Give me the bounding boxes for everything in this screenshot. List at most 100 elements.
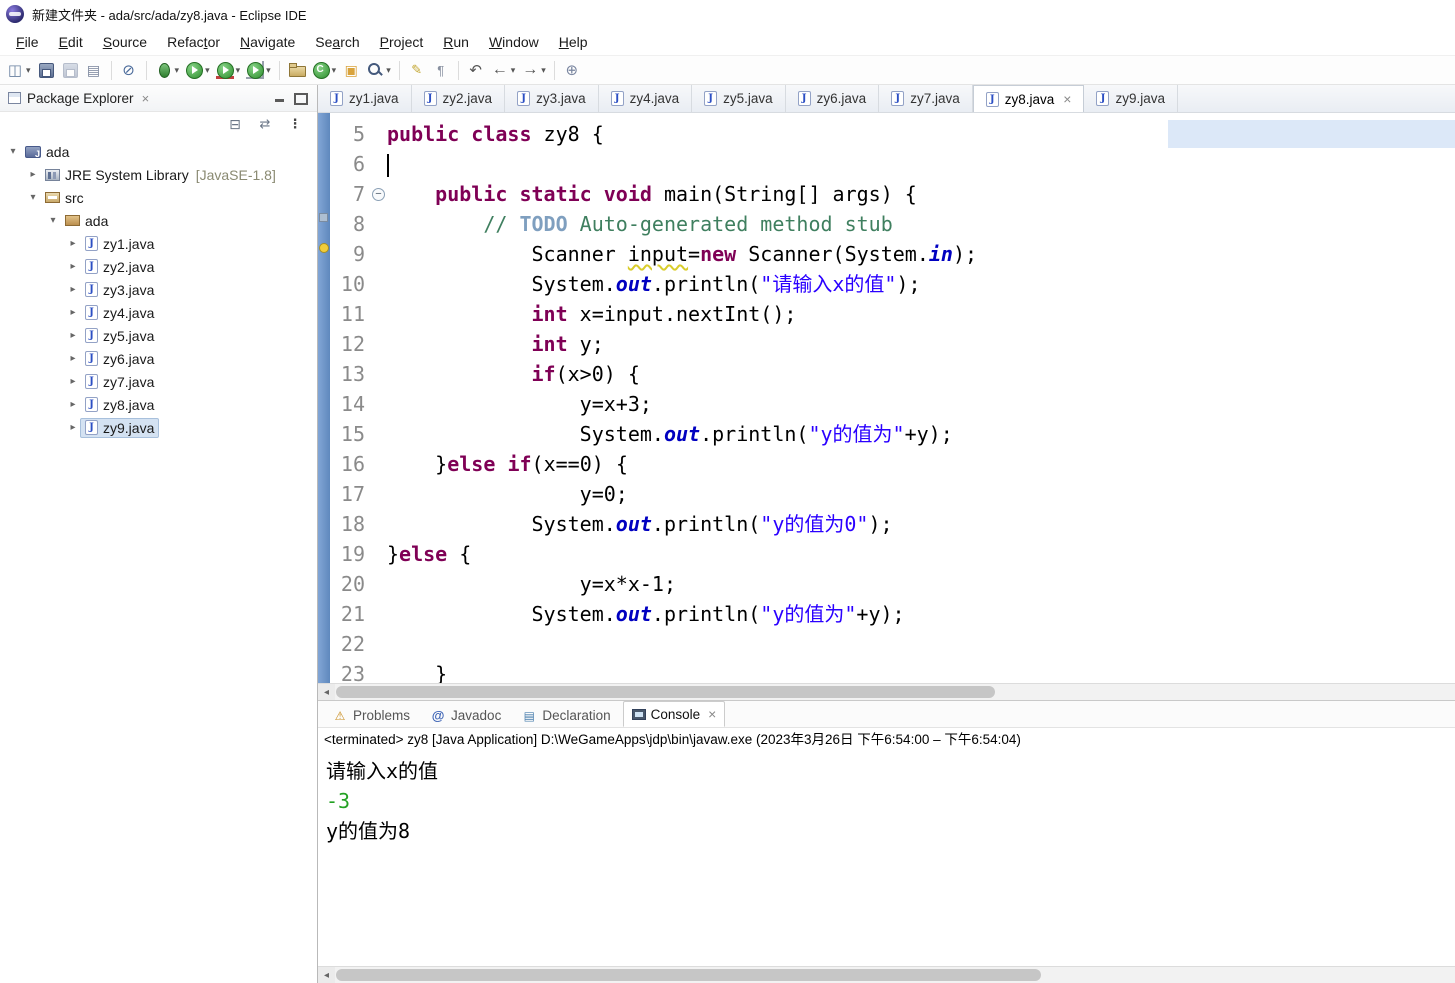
code-area[interactable]: public class zy8 { public static void ma… (387, 113, 1455, 686)
line-number[interactable]: 14 (330, 389, 370, 419)
editor-tab-zy8-java[interactable]: zy8.java × (972, 85, 1085, 112)
code-line[interactable]: System.out.println("y的值为0"); (387, 509, 1455, 539)
search-button[interactable]: ▾ (364, 58, 393, 82)
code-line[interactable] (387, 149, 1455, 179)
chevron-right-icon[interactable]: ▸ (26, 169, 40, 180)
editor-scrollbar-thumb[interactable] (336, 686, 996, 698)
console-tab-problems[interactable]: Problems (324, 704, 418, 727)
tree-item-zy8-java[interactable]: ▸ zy8.java (0, 393, 317, 416)
console-tab-declaration[interactable]: Declaration (513, 704, 618, 727)
code-line[interactable]: public static void main(String[] args) { (387, 179, 1455, 209)
scroll-left-icon[interactable]: ◂ (318, 684, 335, 700)
tree-item-box[interactable]: JRE System Library [JavaSE-1.8] (40, 165, 281, 185)
code-editor[interactable]: 5 6 7 8 9 10 11 12 13 14 15 16 17 18 19 20 21 22 23 − publ… (318, 113, 1455, 686)
line-number[interactable]: 7 (330, 179, 370, 209)
chevron-down-icon[interactable]: ▾ (26, 192, 40, 203)
code-line[interactable]: if(x>0) { (387, 359, 1455, 389)
console-scrollbar-thumb[interactable] (336, 969, 1041, 981)
debug-button[interactable]: ▾ (153, 58, 182, 82)
tree-item-ada[interactable]: ▾ ada (0, 209, 317, 232)
code-line[interactable]: y=x*x-1; (387, 569, 1455, 599)
tree-item-zy2-java[interactable]: ▸ zy2.java (0, 255, 317, 278)
coverage-button[interactable]: ▾ (214, 58, 243, 82)
code-line[interactable]: System.out.println("y的值为"+y); (387, 419, 1455, 449)
new-java-class-button[interactable]: ▾ (310, 58, 339, 82)
chevron-right-icon[interactable]: ▸ (66, 261, 80, 272)
maximize-view-button[interactable] (293, 90, 309, 106)
dropdown-caret-icon[interactable]: ▾ (541, 65, 546, 76)
editor-tab-zy5-java[interactable]: zy5.java (692, 85, 786, 112)
line-number[interactable]: 13 (330, 359, 370, 389)
menu-window[interactable]: Window (479, 30, 549, 54)
console-tab-javadoc[interactable]: Javadoc (422, 704, 509, 727)
tree-item-box[interactable]: zy7.java (80, 372, 159, 392)
editor-hscrollbar[interactable]: ◂ (318, 683, 1455, 700)
tree-item-zy3-java[interactable]: ▸ zy3.java (0, 278, 317, 301)
link-with-editor-icon[interactable] (257, 116, 273, 132)
warning-marker-icon[interactable] (319, 243, 329, 253)
tree-item-ada[interactable]: ▾ ada (0, 140, 317, 163)
close-view-icon[interactable]: × (142, 91, 150, 106)
code-line[interactable]: }else if(x==0) { (387, 449, 1455, 479)
editor-tab-zy9-java[interactable]: zy9.java (1084, 85, 1178, 112)
tree-item-box[interactable]: zy6.java (80, 349, 159, 369)
skip-all-breakpoints-button[interactable] (118, 58, 140, 82)
chevron-right-icon[interactable]: ▸ (66, 307, 80, 318)
code-line[interactable]: int y; (387, 329, 1455, 359)
console-hscrollbar[interactable]: ◂ (318, 966, 1455, 983)
tree-item-box[interactable]: ada (20, 142, 74, 162)
code-line[interactable] (387, 629, 1455, 659)
line-number[interactable]: 22 (330, 629, 370, 659)
editor-tab-zy2-java[interactable]: zy2.java (412, 85, 506, 112)
line-number[interactable]: 11 (330, 299, 370, 329)
editor-tab-zy6-java[interactable]: zy6.java (786, 85, 880, 112)
tree-item-box[interactable]: src (40, 188, 89, 208)
editor-tab-zy3-java[interactable]: zy3.java (505, 85, 599, 112)
line-number[interactable]: 18 (330, 509, 370, 539)
chevron-right-icon[interactable]: ▸ (66, 330, 80, 341)
tree-item-zy1-java[interactable]: ▸ zy1.java (0, 232, 317, 255)
menu-help[interactable]: Help (549, 30, 598, 54)
tree-item-zy9-java[interactable]: ▸ zy9.java (0, 416, 317, 439)
scroll-left-icon[interactable]: ◂ (318, 967, 335, 983)
menu-edit[interactable]: Edit (49, 30, 93, 54)
new-java-project-button[interactable] (286, 58, 308, 82)
tree-item-box[interactable]: ada (60, 211, 113, 231)
tree-item-zy7-java[interactable]: ▸ zy7.java (0, 370, 317, 393)
code-line[interactable]: Scanner input=new Scanner(System.in); (387, 239, 1455, 269)
tree-item-jre-system-library[interactable]: ▸ JRE System Library [JavaSE-1.8] (0, 163, 317, 186)
line-number[interactable]: 10 (330, 269, 370, 299)
line-number[interactable]: 8 (330, 209, 370, 239)
dropdown-caret-icon[interactable]: ▾ (266, 65, 271, 76)
chevron-right-icon[interactable]: ▸ (66, 376, 80, 387)
back-button[interactable]: ▾ (489, 58, 518, 82)
console-output[interactable]: 请输入x的值 -3 y的值为8 (318, 752, 1455, 966)
menu-search[interactable]: Search (305, 30, 369, 54)
tree-item-box[interactable]: zy4.java (80, 303, 159, 323)
run-external-tools-button[interactable]: ▾ (244, 58, 273, 82)
line-number[interactable]: 9 (330, 239, 370, 269)
tree-item-box[interactable]: zy5.java (80, 326, 159, 346)
close-tab-icon[interactable]: × (1063, 91, 1071, 107)
editor-tab-zy1-java[interactable]: zy1.java (318, 85, 412, 112)
new-wizard-button[interactable]: ▾ (4, 58, 33, 82)
menu-refactor[interactable]: Refactor (157, 30, 230, 54)
chevron-right-icon[interactable]: ▸ (66, 422, 80, 433)
chevron-right-icon[interactable]: ▸ (66, 284, 80, 295)
menu-run[interactable]: Run (433, 30, 479, 54)
menu-source[interactable]: Source (93, 30, 157, 54)
line-number[interactable]: 12 (330, 329, 370, 359)
tree-item-box[interactable]: zy3.java (80, 280, 159, 300)
chevron-down-icon[interactable]: ▾ (6, 146, 20, 157)
menu-project[interactable]: Project (370, 30, 434, 54)
tree-item-zy4-java[interactable]: ▸ zy4.java (0, 301, 317, 324)
menu-navigate[interactable]: Navigate (230, 30, 305, 54)
code-line[interactable]: }else { (387, 539, 1455, 569)
collapse-all-icon[interactable] (227, 116, 243, 132)
run-button[interactable]: ▾ (183, 58, 212, 82)
chevron-down-icon[interactable]: ▾ (46, 215, 60, 226)
code-line[interactable]: System.out.println("请输入x的值"); (387, 269, 1455, 299)
tree-item-box[interactable]: zy1.java (80, 234, 159, 254)
minimize-view-button[interactable] (271, 90, 287, 106)
line-number[interactable]: 19 (330, 539, 370, 569)
